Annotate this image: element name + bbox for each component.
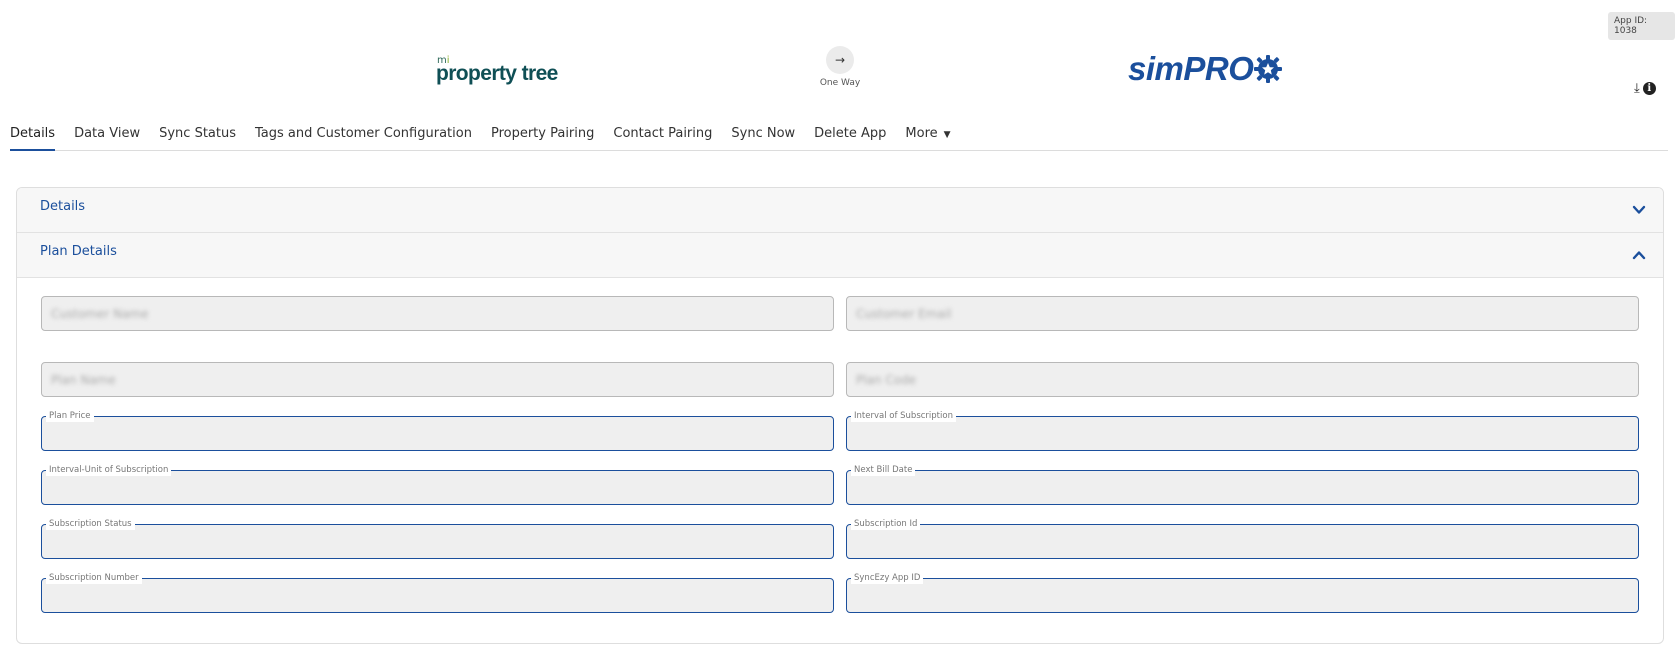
simpro-logo: simPRO <box>1128 50 1283 88</box>
logo-name: property tree <box>436 62 558 85</box>
subscription-id-label: Subscription Id <box>851 518 921 530</box>
tab-more-label: More <box>905 126 938 141</box>
subscription-status-field[interactable]: Subscription Status <box>41 518 834 559</box>
tab-property-pairing[interactable]: Property Pairing <box>491 120 594 151</box>
customer-email-placeholder: Customer Email <box>856 307 952 321</box>
app-details-panel: Details Plan Details Customer Name Custo… <box>16 187 1664 644</box>
subscription-id-field[interactable]: Subscription Id <box>846 518 1639 559</box>
sync-direction-label: One Way <box>819 78 861 88</box>
plan-code-field[interactable]: Plan Code <box>846 362 1639 397</box>
plan-details-section-title: Plan Details <box>40 244 117 259</box>
next-bill-date-field[interactable]: Next Bill Date <box>846 464 1639 505</box>
subscription-status-label: Subscription Status <box>46 518 135 530</box>
customer-name-field[interactable]: Customer Name <box>41 296 834 331</box>
caret-down-icon: ▼ <box>943 130 951 140</box>
customer-name-placeholder: Customer Name <box>51 307 149 321</box>
interval-of-subscription-field[interactable]: Interval of Subscription <box>846 410 1639 451</box>
tab-delete-app[interactable]: Delete App <box>814 120 886 151</box>
property-tree-logo: mi property tree <box>436 56 558 85</box>
interval-of-subscription-label: Interval of Subscription <box>851 410 956 422</box>
app-id-badge: App ID: 1038 <box>1608 12 1675 40</box>
tab-contact-pairing[interactable]: Contact Pairing <box>613 120 712 151</box>
simpro-gear-icon <box>1254 55 1283 83</box>
subscription-number-label: Subscription Number <box>46 572 142 584</box>
next-bill-date-label: Next Bill Date <box>851 464 916 476</box>
sync-direction: → One Way <box>818 46 862 88</box>
tab-data-view[interactable]: Data View <box>74 120 140 151</box>
details-section-header[interactable]: Details <box>17 188 1663 233</box>
plan-code-placeholder: Plan Code <box>856 373 917 387</box>
syncezy-app-id-field[interactable]: SyncEzy App ID <box>846 572 1639 613</box>
chevron-up-icon[interactable] <box>1631 247 1647 263</box>
info-icon[interactable]: i <box>1642 82 1656 95</box>
interval-unit-field[interactable]: Interval-Unit of Subscription <box>41 464 834 505</box>
plan-details-section-header[interactable]: Plan Details <box>17 233 1663 278</box>
tab-sync-status[interactable]: Sync Status <box>159 120 236 151</box>
plan-name-placeholder: Plan Name <box>51 373 116 387</box>
download-icon[interactable]: ⤓ <box>1634 82 1640 95</box>
tab-more[interactable]: More ▼ <box>905 120 950 151</box>
details-section-title: Details <box>40 199 86 214</box>
plan-price-label: Plan Price <box>46 410 94 422</box>
syncezy-app-id-label: SyncEzy App ID <box>851 572 924 584</box>
subscription-number-field[interactable]: Subscription Number <box>41 572 834 613</box>
plan-price-field[interactable]: Plan Price <box>41 410 834 451</box>
customer-email-field[interactable]: Customer Email <box>846 296 1639 331</box>
plan-name-field[interactable]: Plan Name <box>41 362 834 397</box>
tab-details[interactable]: Details <box>10 120 56 151</box>
tab-sync-now[interactable]: Sync Now <box>731 120 795 151</box>
tab-bar: Details Data View Sync Status Tags and C… <box>10 120 1668 151</box>
simpro-logo-text: simPRO <box>1128 50 1254 87</box>
interval-unit-label: Interval-Unit of Subscription <box>46 464 172 476</box>
toolbar-icons: ⤓ i <box>1634 82 1656 95</box>
tab-tags-and-customer-configuration[interactable]: Tags and Customer Configuration <box>255 120 472 151</box>
chevron-down-icon[interactable] <box>1631 202 1647 218</box>
arrow-right-icon: → <box>826 46 854 74</box>
